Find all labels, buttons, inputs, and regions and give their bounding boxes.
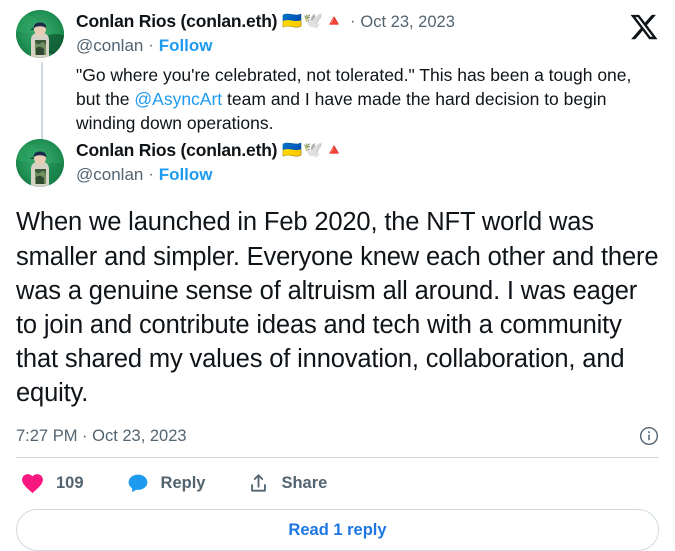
- post-date: Oct 23, 2023: [360, 12, 455, 31]
- tweet-meta-row: 7:27 PM · Oct 23, 2023: [16, 426, 659, 457]
- name-emoji-badges: 🇺🇦🕊️🔺: [282, 142, 346, 160]
- reply-button[interactable]: Reply: [126, 472, 206, 496]
- post-text: "Go where you're celebrated, not tolerat…: [76, 63, 659, 135]
- handle-row: @conlan · Follow: [76, 35, 659, 57]
- handle-row: @conlan · Follow: [76, 164, 659, 186]
- post-body: Conlan Rios (conlan.eth) 🇺🇦🕊️🔺 @conlan ·…: [76, 139, 659, 186]
- avatar-column: [16, 139, 64, 188]
- handle-separator: ·: [148, 36, 154, 54]
- heart-icon: [20, 471, 45, 496]
- display-name: Conlan Rios (conlan.eth): [76, 11, 278, 31]
- user-handle: @conlan: [76, 165, 144, 185]
- share-arrow-icon: [247, 472, 270, 495]
- share-label: Share: [281, 474, 328, 493]
- post-header-row: Conlan Rios (conlan.eth) 🇺🇦🕊️🔺: [76, 140, 659, 162]
- mention-link-asyncart[interactable]: @AsyncArt: [134, 89, 222, 109]
- post-body: Conlan Rios (conlan.eth) 🇺🇦🕊️🔺 · Oct 23,…: [76, 10, 659, 135]
- like-count: 109: [56, 474, 84, 493]
- follow-button[interactable]: Follow: [159, 35, 213, 57]
- name-emoji-badges: 🇺🇦🕊️🔺: [282, 12, 346, 30]
- display-name: Conlan Rios (conlan.eth): [76, 140, 278, 161]
- post-header-row: Conlan Rios (conlan.eth) 🇺🇦🕊️🔺 · Oct 23,…: [76, 11, 659, 33]
- tweet-timestamp: 7:27 PM · Oct 23, 2023: [16, 426, 187, 445]
- follow-button[interactable]: Follow: [159, 164, 213, 186]
- handle-separator: ·: [148, 165, 154, 183]
- header-separator: ·: [350, 12, 356, 30]
- avatar[interactable]: [16, 139, 64, 188]
- avatar[interactable]: [16, 10, 64, 58]
- main-tweet-text: When we launched in Feb 2020, the NFT wo…: [16, 208, 659, 408]
- tweet-actions-bar: 109 Reply Share: [16, 458, 659, 508]
- info-circle-icon[interactable]: [639, 426, 659, 446]
- share-button[interactable]: Share: [247, 472, 327, 495]
- avatar-column: [16, 10, 64, 58]
- tweet-embed-card: Conlan Rios (conlan.eth) 🇺🇦🕊️🔺 · Oct 23,…: [0, 0, 675, 551]
- speech-bubble-icon: [126, 472, 150, 496]
- like-button[interactable]: 109: [20, 471, 84, 496]
- reply-label: Reply: [160, 474, 206, 493]
- tweet-post-main: Conlan Rios (conlan.eth) 🇺🇦🕊️🔺 @conlan ·…: [16, 139, 659, 188]
- user-handle: @conlan: [76, 35, 144, 55]
- tweet-post-parent: Conlan Rios (conlan.eth) 🇺🇦🕊️🔺 · Oct 23,…: [16, 10, 659, 135]
- read-replies-button[interactable]: Read 1 reply: [16, 509, 659, 551]
